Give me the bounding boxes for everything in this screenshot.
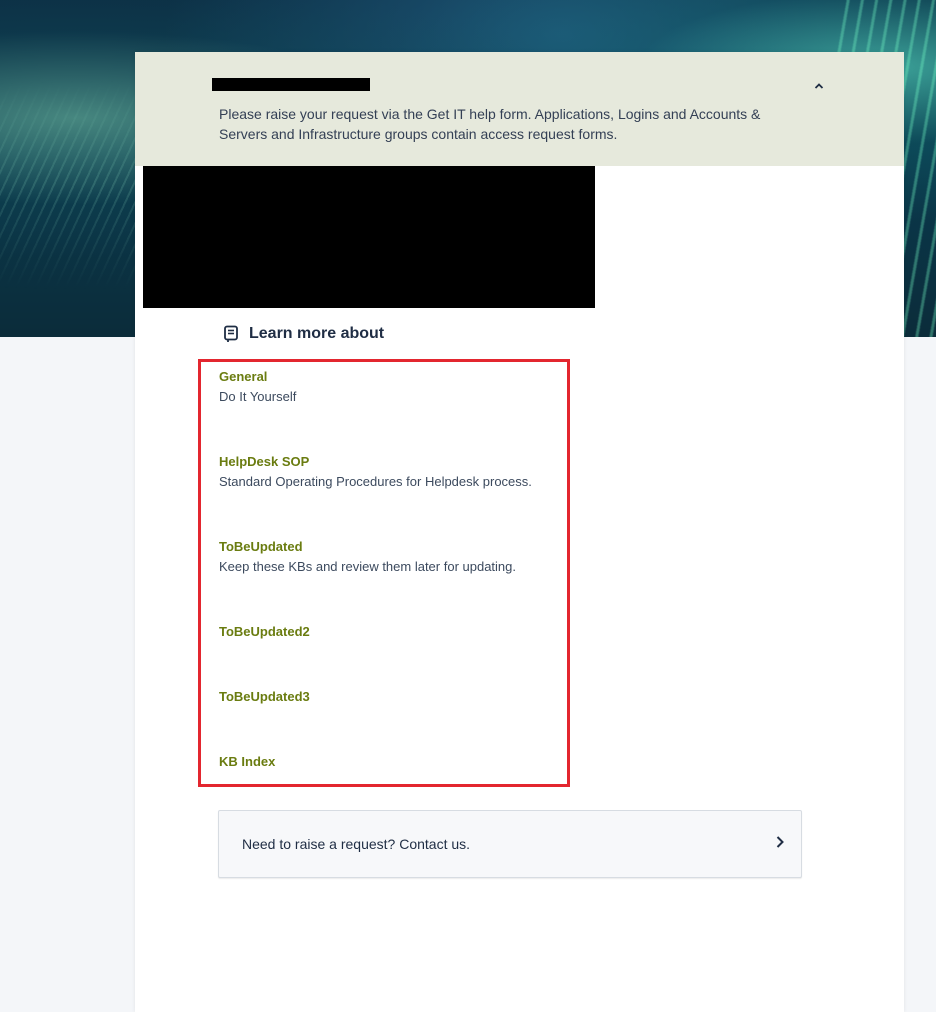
- collapse-banner-button[interactable]: [811, 78, 827, 94]
- book-icon: [224, 325, 238, 342]
- learn-more-heading: Learn more about: [223, 322, 384, 346]
- kb-link-tobeupdated3[interactable]: ToBeUpdated3: [219, 689, 310, 704]
- kb-description: Do It Yourself: [219, 389, 297, 404]
- announcement-banner: Please raise your request via the Get IT…: [135, 52, 904, 166]
- chevron-up-icon: [814, 83, 824, 89]
- redacted-content-block: [143, 166, 595, 308]
- learn-more-title: Learn more about: [249, 325, 385, 342]
- banner-text: Please raise your request via the Get IT…: [219, 106, 761, 142]
- kb-link-kb-index[interactable]: KB Index: [219, 754, 275, 769]
- content-card: Please raise your request via the Get IT…: [135, 52, 904, 1012]
- list-item: ToBeUpdated3: [219, 689, 310, 704]
- redacted-banner-title: [212, 78, 370, 91]
- list-item: KB Index: [219, 754, 275, 769]
- kb-description: Standard Operating Procedures for Helpde…: [219, 474, 532, 489]
- kb-link-tobeupdated2[interactable]: ToBeUpdated2: [219, 624, 310, 639]
- kb-category-list: General Do It Yourself HelpDesk SOP Stan…: [198, 359, 570, 787]
- kb-link-general[interactable]: General: [219, 369, 296, 384]
- list-item: ToBeUpdated2: [219, 624, 310, 639]
- contact-us-card[interactable]: Need to raise a request? Contact us.: [218, 810, 802, 878]
- list-item: General Do It Yourself: [219, 369, 296, 404]
- kb-description: Keep these KBs and review them later for…: [219, 559, 517, 574]
- kb-link-helpdesk-sop[interactable]: HelpDesk SOP: [219, 454, 532, 469]
- contact-us-text: Need to raise a request? Contact us.: [242, 836, 471, 852]
- kb-link-tobeupdated[interactable]: ToBeUpdated: [219, 539, 516, 554]
- list-item: HelpDesk SOP Standard Operating Procedur…: [219, 454, 532, 489]
- chevron-right-icon: [776, 836, 784, 848]
- list-item: ToBeUpdated Keep these KBs and review th…: [219, 539, 516, 574]
